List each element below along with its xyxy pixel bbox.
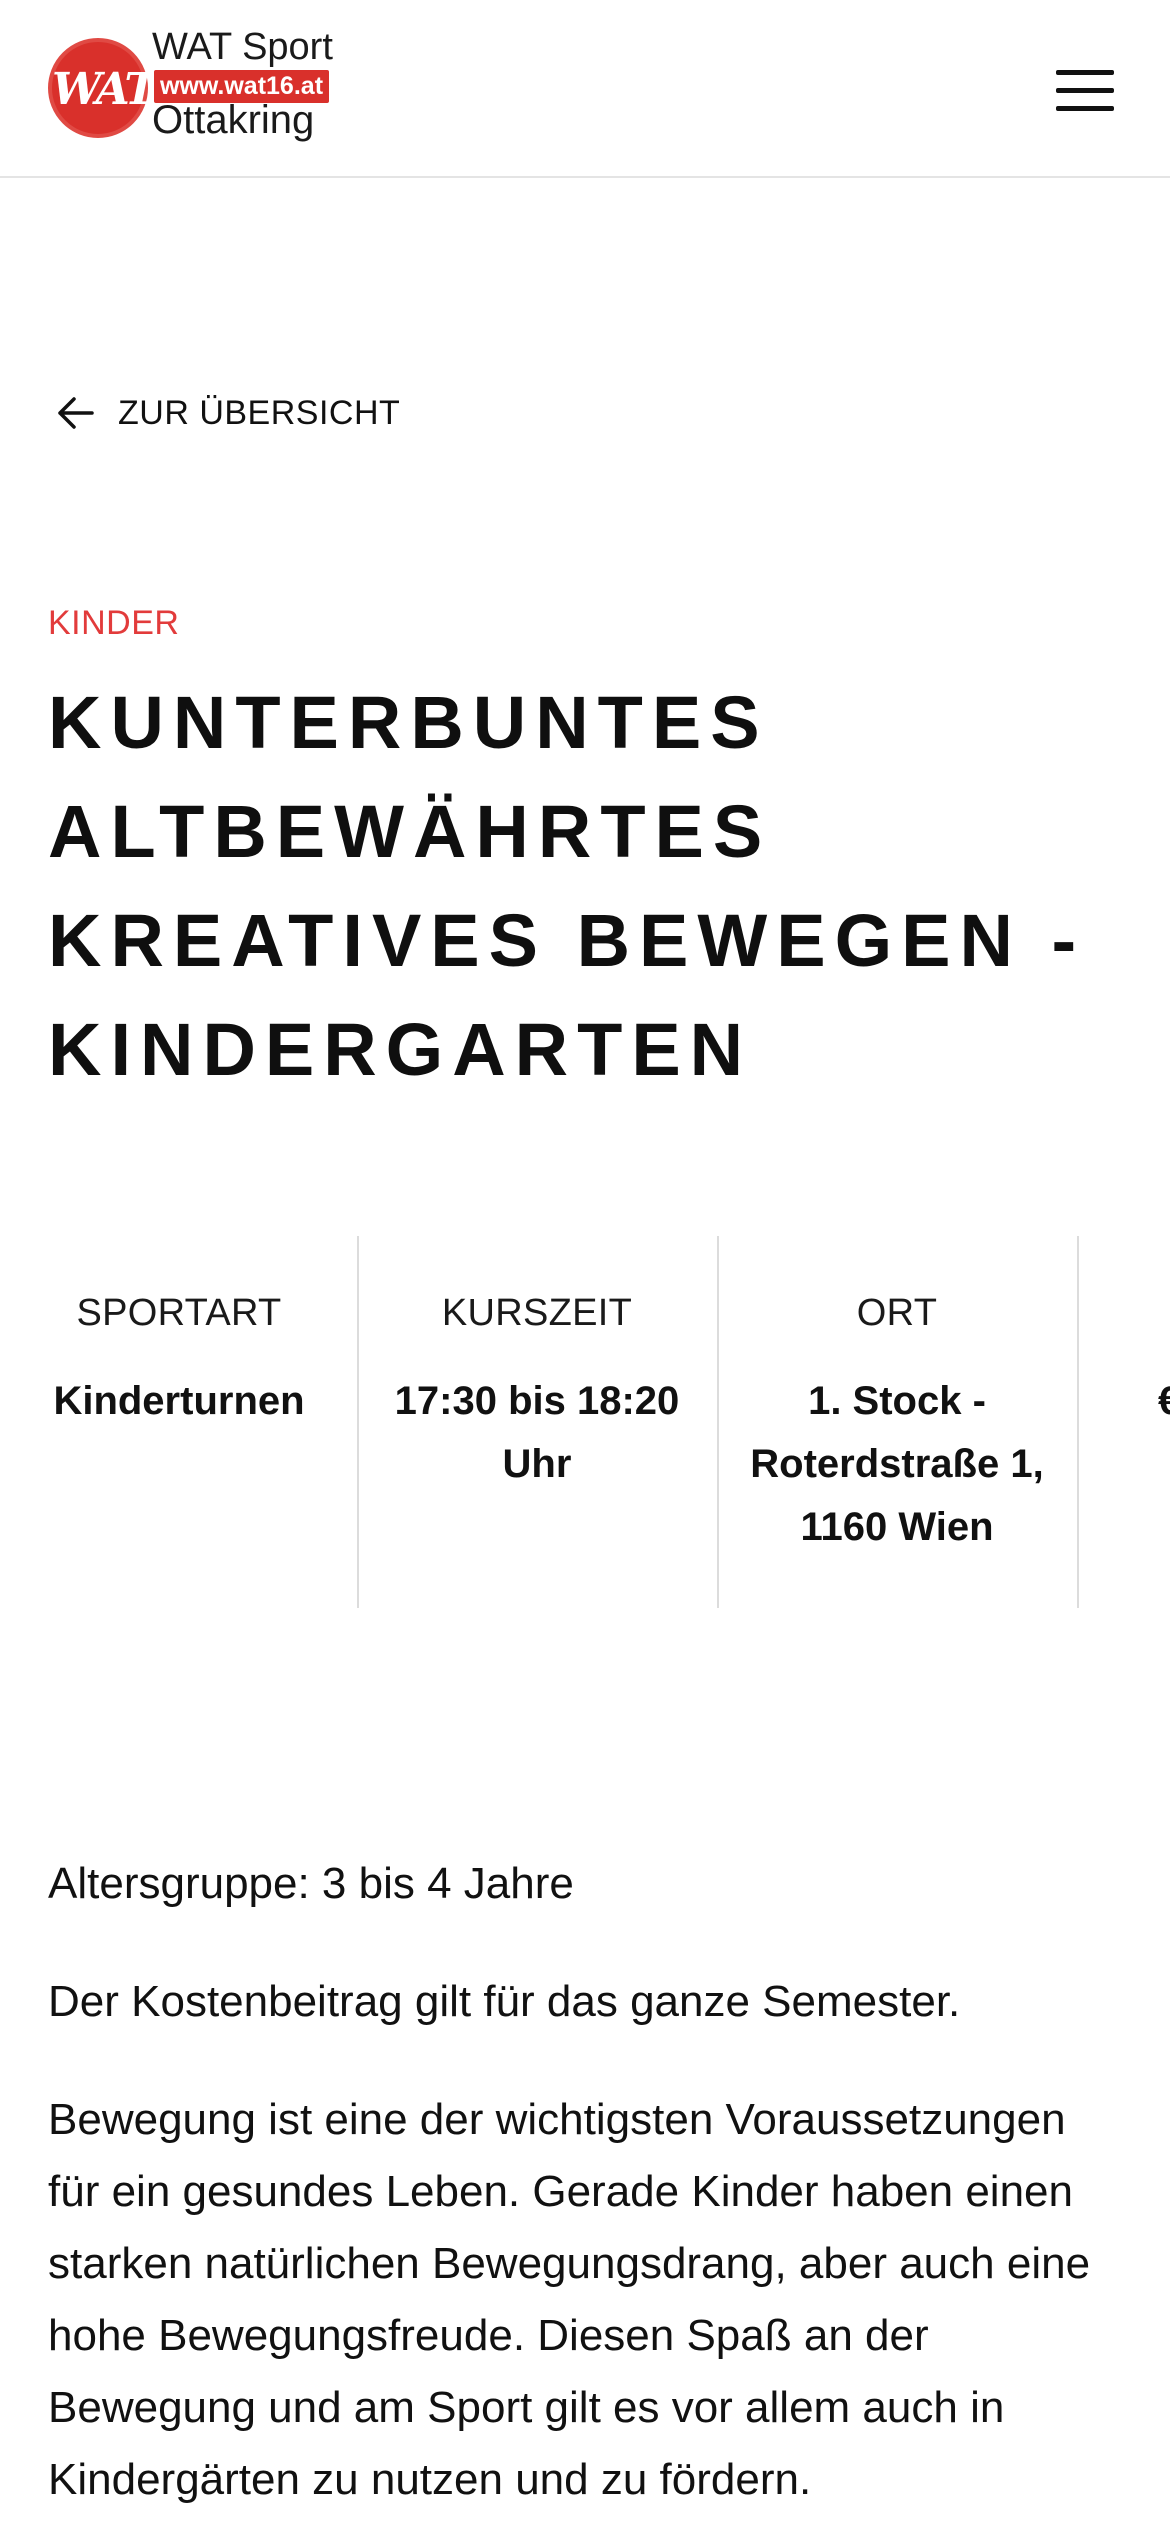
info-ort: ORT 1. Stock - Roterdstraße 1, 1160 Wien <box>718 1236 1076 1608</box>
site-logo[interactable]: WAT WAT Sport www.wat16.at Ottakring <box>48 26 348 150</box>
info-kurszeit: KURSZEIT 17:30 bis 18:20 Uhr <box>358 1236 716 1608</box>
logo-emblem: WAT <box>48 38 157 138</box>
menu-bar <box>1056 70 1114 75</box>
hamburger-menu-icon[interactable] <box>1050 66 1114 114</box>
logo-emblem-text: WAT <box>52 64 157 115</box>
description-cost-note: Der Kostenbeitrag gilt für das ganze Sem… <box>48 1977 961 2026</box>
description-age-group: Altersgruppe: 3 bis 4 Jahre <box>48 1859 574 1908</box>
info-value: 17:30 bis 18:20 Uhr <box>394 1379 680 1486</box>
back-to-overview-link[interactable]: ZUR ÜBERSICHT <box>52 388 400 438</box>
menu-bar <box>1056 106 1114 111</box>
info-label: SPORTART <box>76 1292 282 1334</box>
info-label: KURSZEIT <box>441 1292 633 1334</box>
logo-location: Ottakring <box>152 98 315 142</box>
info-value: Kinderturnen <box>53 1379 305 1423</box>
info-value: € <box>1158 1379 1170 1423</box>
arrow-left-icon <box>58 397 94 429</box>
course-info-row: SPORTART Kinderturnen KURSZEIT 17:30 bis… <box>0 1236 1170 1608</box>
info-sportart: SPORTART Kinderturnen <box>0 1236 358 1608</box>
menu-bar <box>1056 88 1114 93</box>
back-link-label: ZUR ÜBERSICHT <box>118 393 401 432</box>
course-category[interactable]: KINDER <box>48 604 179 643</box>
info-label: ORT <box>856 1292 938 1334</box>
info-price: € <box>1078 1236 1170 1608</box>
description-body: Bewegung ist eine der wichtigsten Voraus… <box>48 2095 1091 2504</box>
site-header: WAT WAT Sport www.wat16.at Ottakring <box>0 0 1170 178</box>
info-value: 1. Stock - Roterdstraße 1, 1160 Wien <box>750 1379 1044 1549</box>
logo-brand-name: WAT Sport <box>152 26 333 68</box>
course-title: KUNTERBUNTES ALTBEWÄHRTES KREATIVES BEWE… <box>48 681 1086 1091</box>
